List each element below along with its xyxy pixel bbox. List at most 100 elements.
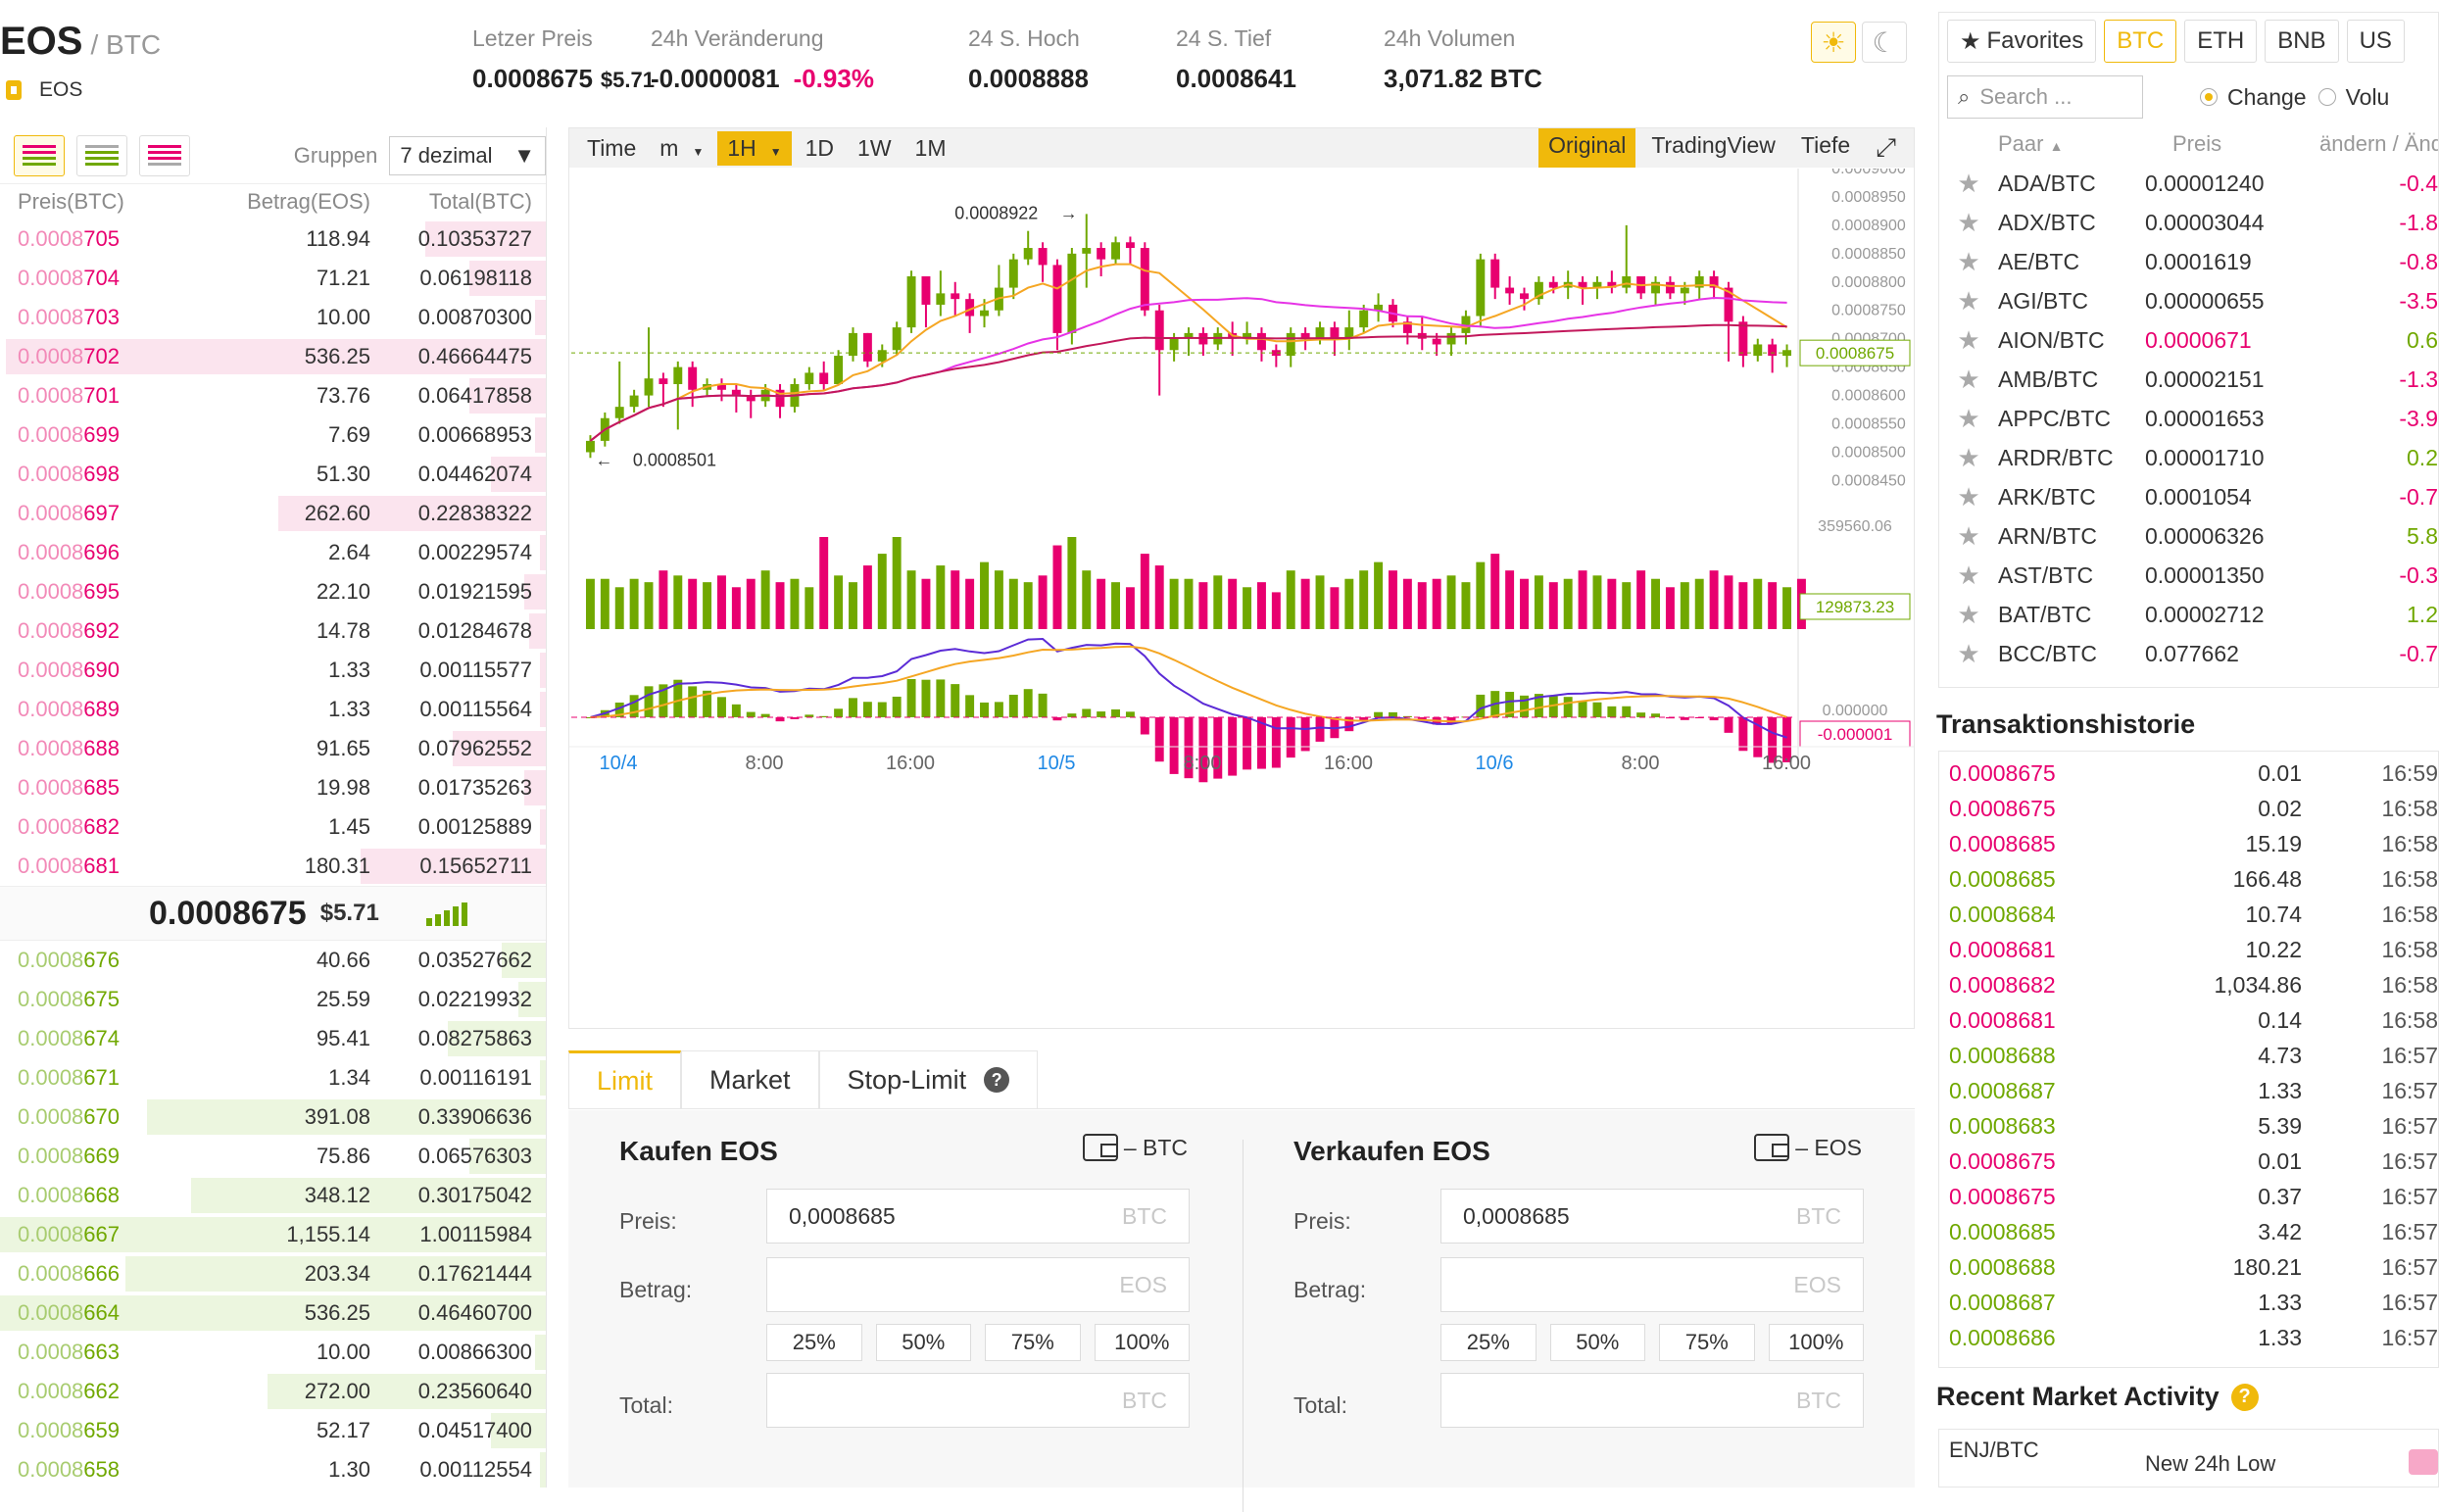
buy-pct-75[interactable]: 75% — [985, 1324, 1081, 1361]
market-row[interactable]: ★ AE/BTC 0.0001619 -0.8 — [1939, 242, 2438, 281]
market-row[interactable]: ★ APPC/BTC 0.00001653 -3.9 — [1939, 399, 2438, 438]
market-row[interactable]: ★ ARDR/BTC 0.00001710 0.2 — [1939, 438, 2438, 477]
tab-favorites[interactable]: ★ Favorites — [1947, 20, 2097, 63]
original-chart-button[interactable]: Original — [1538, 128, 1636, 168]
buy-amount-input[interactable]: EOS — [766, 1257, 1190, 1312]
ask-row[interactable]: 0.0008681 180.31 0.15652711 — [0, 847, 546, 886]
price-chart[interactable]: 0.0009000 0.0008950 0.0008900 0.0008850 0.00… — [569, 169, 1914, 1029]
ask-row[interactable]: 0.0008703 10.00 0.00870300 — [0, 298, 546, 337]
bid-row[interactable]: 0.0008676 40.66 0.03527662 — [0, 941, 546, 980]
star-icon[interactable]: ★ — [1939, 404, 1998, 434]
bid-row[interactable]: 0.0008675 25.59 0.02219932 — [0, 980, 546, 1019]
tab-market[interactable]: Market — [681, 1050, 819, 1108]
bid-row[interactable]: 0.0008658 1.30 0.00112554 — [0, 1450, 546, 1489]
star-icon[interactable]: ★ — [1939, 521, 1998, 552]
sell-amount-input[interactable]: EOS — [1440, 1257, 1864, 1312]
star-icon[interactable]: ★ — [1939, 561, 1998, 591]
view-both-button[interactable] — [14, 134, 65, 176]
sell-pct-50[interactable]: 50% — [1549, 1324, 1645, 1361]
interval-1h-button[interactable]: 1H ▼ — [717, 130, 792, 166]
view-asks-button[interactable] — [138, 134, 190, 176]
buy-pct-100[interactable]: 100% — [1094, 1324, 1190, 1361]
bid-row[interactable]: 0.0008666 203.34 0.17621444 — [0, 1254, 546, 1293]
sell-wallet[interactable]: – EOS — [1754, 1134, 1862, 1161]
market-search-input[interactable]: ⌕ Search ... — [1947, 75, 2143, 119]
ask-row[interactable]: 0.0008688 91.65 0.07962552 — [0, 729, 546, 768]
view-bids-button[interactable] — [75, 134, 127, 176]
ask-row[interactable]: 0.0008697 262.60 0.22838322 — [0, 494, 546, 533]
sun-icon[interactable]: ☀ — [1811, 22, 1856, 63]
ask-row[interactable]: 0.0008689 1.33 0.00115564 — [0, 690, 546, 729]
tab-limit[interactable]: Limit — [568, 1050, 682, 1108]
ask-row[interactable]: 0.0008695 22.10 0.01921595 — [0, 572, 546, 611]
star-icon[interactable]: ★ — [1939, 365, 1998, 395]
market-row[interactable]: ★ ARK/BTC 0.0001054 -0.7 — [1939, 477, 2438, 516]
tab-usdt[interactable]: US — [2346, 20, 2405, 63]
market-row[interactable]: ★ ARN/BTC 0.00006326 5.8 — [1939, 516, 2438, 556]
interval-1w-button[interactable]: 1W — [848, 131, 902, 166]
star-icon[interactable]: ★ — [1939, 482, 1998, 512]
ask-row[interactable]: 0.0008699 7.69 0.00668953 — [0, 415, 546, 455]
bid-row[interactable]: 0.0008659 52.17 0.04517400 — [0, 1411, 546, 1450]
market-row[interactable]: ★ AST/BTC 0.00001350 -0.3 — [1939, 556, 2438, 595]
sell-pct-100[interactable]: 100% — [1768, 1324, 1864, 1361]
radio-change[interactable]: Change — [2200, 84, 2307, 111]
ask-row[interactable]: 0.0008705 118.94 0.10353727 — [0, 219, 546, 259]
tab-bnb[interactable]: BNB — [2265, 20, 2339, 63]
help-icon[interactable]: ? — [2230, 1383, 2259, 1411]
bid-row[interactable]: 0.0008671 1.34 0.00116191 — [0, 1058, 546, 1097]
depth-button[interactable]: Tiefe — [1791, 128, 1860, 168]
interval-1d-button[interactable]: 1D — [796, 131, 844, 166]
ask-row[interactable]: 0.0008701 73.76 0.06417858 — [0, 376, 546, 415]
moon-icon[interactable]: ☾ — [1862, 22, 1907, 63]
minute-dropdown[interactable]: m ▼ — [650, 131, 713, 166]
group-select[interactable]: 7 dezimal ▼ — [389, 135, 546, 175]
market-row[interactable]: ★ AION/BTC 0.0000671 0.6 — [1939, 320, 2438, 360]
star-icon[interactable]: ★ — [1939, 286, 1998, 317]
sell-pct-25[interactable]: 25% — [1440, 1324, 1537, 1361]
star-icon[interactable]: ★ — [1939, 325, 1998, 356]
ask-row[interactable]: 0.0008682 1.45 0.00125889 — [0, 807, 546, 847]
ask-row[interactable]: 0.0008692 14.78 0.01284678 — [0, 611, 546, 651]
fullscreen-icon[interactable]: ⤢ — [1866, 128, 1906, 168]
tab-eth[interactable]: ETH — [2184, 20, 2258, 63]
sell-pct-75[interactable]: 75% — [1659, 1324, 1755, 1361]
interval-1m-button[interactable]: 1M — [905, 131, 956, 166]
market-row[interactable]: ★ AMB/BTC 0.00002151 -1.3 — [1939, 360, 2438, 399]
star-icon[interactable]: ★ — [1939, 208, 1998, 238]
tab-stop-limit[interactable]: Stop-Limit? — [818, 1050, 1039, 1108]
bid-row[interactable]: 0.0008667 1,155.14 1.00115984 — [0, 1215, 546, 1254]
tab-btc[interactable]: BTC — [2104, 20, 2177, 63]
buy-wallet[interactable]: – BTC — [1082, 1134, 1188, 1161]
market-row[interactable]: ★ ADA/BTC 0.00001240 -0.4 — [1939, 164, 2438, 203]
ask-row[interactable]: 0.0008690 1.33 0.00115577 — [0, 651, 546, 690]
ask-row[interactable]: 0.0008702 536.25 0.46664475 — [0, 337, 546, 376]
bid-row[interactable]: 0.0008668 348.12 0.30175042 — [0, 1176, 546, 1215]
bid-row[interactable]: 0.0008670 391.08 0.33906636 — [0, 1097, 546, 1137]
market-row[interactable]: ★ ADX/BTC 0.00003044 -1.8 — [1939, 203, 2438, 242]
buy-total-input[interactable]: BTC — [766, 1373, 1190, 1428]
buy-pct-25[interactable]: 25% — [766, 1324, 862, 1361]
bid-row[interactable]: 0.0008663 10.00 0.00866300 — [0, 1333, 546, 1372]
market-row[interactable]: ★ BAT/BTC 0.00002712 1.2 — [1939, 595, 2438, 634]
help-icon[interactable]: ? — [984, 1067, 1010, 1093]
ask-row[interactable]: 0.0008698 51.30 0.04462074 — [0, 455, 546, 494]
sort-pair[interactable]: Paar ▲ — [1998, 131, 2145, 157]
market-row[interactable]: ★ BCC/BTC 0.077662 -0.7 — [1939, 634, 2438, 673]
radio-volume[interactable]: Volu — [2317, 84, 2389, 111]
activity-pair[interactable]: ENJ/BTC — [1949, 1438, 2039, 1463]
star-icon[interactable]: ★ — [1939, 443, 1998, 473]
buy-pct-50[interactable]: 50% — [875, 1324, 971, 1361]
sell-price-input[interactable]: 0,0008685 BTC — [1440, 1189, 1864, 1244]
ask-row[interactable]: 0.0008704 71.21 0.06198118 — [0, 259, 546, 298]
star-icon[interactable]: ★ — [1939, 639, 1998, 669]
bid-row[interactable]: 0.0008664 536.25 0.46460700 — [0, 1293, 546, 1333]
tradingview-button[interactable]: TradingView — [1641, 128, 1785, 168]
ask-row[interactable]: 0.0008696 2.64 0.00229574 — [0, 533, 546, 572]
sell-total-input[interactable]: BTC — [1440, 1373, 1864, 1428]
star-icon[interactable]: ★ — [1939, 169, 1998, 199]
ask-row[interactable]: 0.0008685 19.98 0.01735263 — [0, 768, 546, 807]
bid-row[interactable]: 0.0008662 272.00 0.23560640 — [0, 1372, 546, 1411]
star-icon[interactable]: ★ — [1939, 247, 1998, 277]
star-icon[interactable]: ★ — [1939, 600, 1998, 630]
